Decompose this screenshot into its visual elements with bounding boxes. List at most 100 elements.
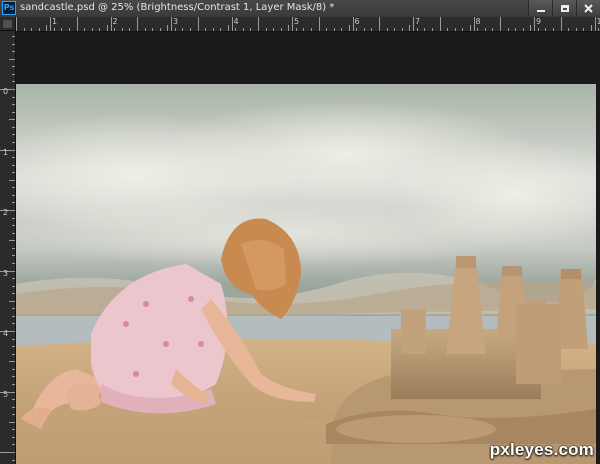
ruler-major-tick <box>171 17 172 31</box>
minimize-icon <box>536 9 545 12</box>
horizontal-ruler[interactable]: 1 2 3 4 5 6 7 8 9 10 <box>16 17 600 32</box>
ruler-label: 4 <box>3 329 9 338</box>
ruler-tick <box>12 338 15 340</box>
ruler-tick <box>477 28 479 31</box>
ruler-tick <box>12 308 15 310</box>
ruler-tick <box>401 28 403 31</box>
ruler-major-tick <box>594 17 596 31</box>
ruler-tick <box>537 28 539 31</box>
ruler-tick <box>129 28 131 31</box>
ruler-tick <box>12 141 15 143</box>
ruler-tick <box>12 104 15 106</box>
watermark-text: pxleyes.com <box>489 440 594 459</box>
ruler-tick <box>61 28 63 31</box>
ruler-tick <box>356 28 358 31</box>
ruler-tick <box>220 28 222 31</box>
document-canvas[interactable]: pxleyes.com <box>16 32 600 464</box>
ruler-tick <box>431 28 433 31</box>
ruler-tick <box>545 28 547 31</box>
ruler-tick <box>12 406 15 408</box>
ruler-tick <box>250 28 252 31</box>
ruler-tick <box>106 25 108 31</box>
ruler-tick <box>552 28 554 31</box>
ruler-tick <box>0 452 15 453</box>
ruler-major-tick <box>534 17 535 31</box>
ruler-tick <box>522 28 524 31</box>
ruler-tick <box>12 134 15 136</box>
ruler-label: 9 <box>536 17 542 26</box>
ruler-tick <box>469 25 471 31</box>
ruler-tick <box>583 28 585 31</box>
ruler-tick <box>12 459 15 461</box>
ruler-label: 3 <box>3 268 9 278</box>
ruler-tick <box>197 17 199 31</box>
ruler-tick <box>500 17 501 31</box>
ruler-tick <box>12 315 15 317</box>
ruler-tick <box>12 73 15 75</box>
ruler-label: 2 <box>3 208 9 217</box>
ruler-tick <box>12 262 15 264</box>
ruler-tick <box>159 28 161 31</box>
ruler-tick <box>12 187 15 189</box>
maximize-button[interactable] <box>552 0 576 16</box>
ruler-tick <box>386 28 388 31</box>
ruler-tick <box>182 28 184 31</box>
ruler-tick <box>235 28 237 31</box>
photoshop-logo-icon: Ps <box>2 1 16 15</box>
ruler-tick <box>484 28 486 31</box>
ruler-label: 3 <box>173 17 179 26</box>
ruler-tick <box>333 28 335 31</box>
vertical-ruler[interactable]: 0 1 2 3 4 5 <box>0 31 16 464</box>
ruler-tick <box>68 28 70 31</box>
ruler-tick <box>295 28 297 31</box>
ruler-major-tick <box>413 17 414 31</box>
ruler-tick <box>12 255 15 257</box>
ruler-tick <box>12 414 15 416</box>
ruler-tick <box>598 28 600 31</box>
ruler-label: 10 <box>596 17 600 26</box>
document-title-bar[interactable]: Ps sandcastle.psd @ 25% (Brightness/Cont… <box>0 0 600 18</box>
minimize-button[interactable] <box>528 0 552 16</box>
ruler-tick <box>12 293 15 295</box>
ruler-tick <box>174 28 176 31</box>
ruler-tick <box>144 28 146 31</box>
ruler-tick <box>12 232 15 234</box>
ruler-tick <box>12 383 15 385</box>
ruler-tick <box>46 25 48 31</box>
ruler-tick <box>515 28 517 31</box>
ruler-major-tick <box>473 17 475 31</box>
ruler-tick <box>91 28 93 31</box>
ruler-origin-corner[interactable] <box>0 17 16 31</box>
ruler-tick <box>12 353 15 355</box>
close-button[interactable] <box>576 0 600 16</box>
ruler-tick <box>507 28 509 31</box>
ruler-tick <box>371 28 373 31</box>
ruler-tick <box>12 43 15 45</box>
ruler-tick <box>114 28 116 31</box>
ruler-tick <box>416 28 418 31</box>
ruler-tick <box>424 28 426 31</box>
ruler-tick <box>16 17 17 31</box>
ruler-tick <box>23 28 25 31</box>
ruler-major-tick <box>352 17 354 31</box>
ruler-label: 5 <box>294 17 300 26</box>
ruler-tick <box>12 172 15 174</box>
ruler-tick <box>12 323 15 325</box>
ruler-tick <box>258 17 259 31</box>
ruler-tick <box>273 28 275 31</box>
ruler-tick <box>12 66 15 68</box>
ruler-tick <box>12 126 15 128</box>
ruler-tick <box>137 17 138 31</box>
ruler-tick <box>242 28 244 31</box>
ruler-tick <box>310 28 312 31</box>
ruler-tick <box>530 25 532 31</box>
ruler-tick <box>560 17 562 31</box>
ruler-tick <box>12 247 15 249</box>
ruler-tick <box>568 28 570 31</box>
ruler-tick <box>99 28 101 31</box>
ruler-tick <box>439 17 441 31</box>
ruler-tick <box>409 25 411 31</box>
ruler-tick <box>462 28 464 31</box>
ruler-tick <box>9 421 15 423</box>
ruler-tick <box>447 28 449 31</box>
